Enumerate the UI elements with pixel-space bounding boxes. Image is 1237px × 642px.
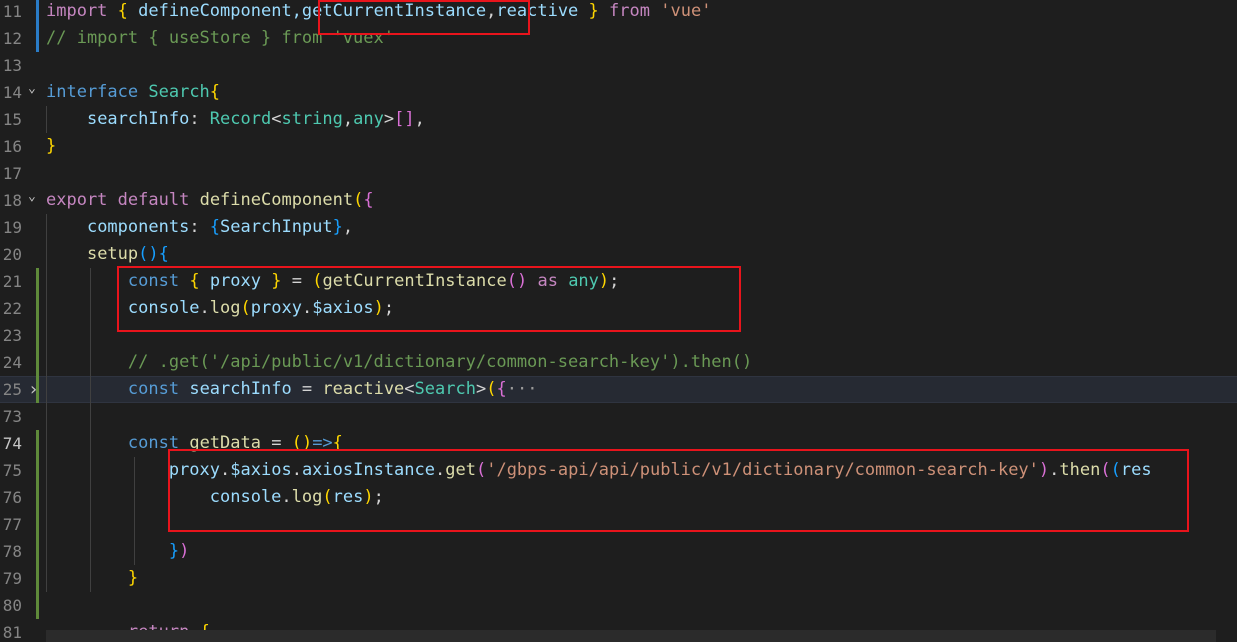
horizontal-scrollbar[interactable] [46,630,1216,642]
line-number: 79 [2,569,22,588]
code-line[interactable]: 18 ⌄ export default defineComponent({ [0,187,1237,214]
code-line[interactable]: 12// import { useStore } from 'vuex' [0,25,1237,52]
line-number: 13 [2,56,22,75]
change-indicator [36,430,39,619]
line-number: 19 [2,218,22,237]
highlight-annotation-box [117,266,741,332]
highlight-annotation-box [318,0,530,35]
fold-expanded-icon[interactable]: ⌄ [28,75,36,102]
change-indicator [36,268,39,403]
highlight-annotation-box [168,449,1189,532]
line-number: 75 [2,461,22,480]
code-line[interactable]: 25 › const searchInfo = reactive<Search>(… [0,376,1237,403]
indent-guide [46,106,47,133]
line-number: 25 [2,380,22,399]
indent-guide [134,457,135,565]
code-line[interactable]: 78 }) [0,538,1237,565]
code-text: } [46,136,57,156]
indent-guide [90,268,91,592]
line-number: 17 [2,164,22,183]
line-number: 73 [2,407,22,426]
code-text: components: {SearchInput}, [86,217,354,237]
code-line[interactable]: 15 searchInfo: Record<string,any>[], [0,106,1237,133]
code-line[interactable]: 19 components: {SearchInput}, [0,214,1237,241]
code-text: // .get('/api/public/v1/dictionary/commo… [127,352,753,372]
line-number: 15 [2,110,22,129]
fold-expanded-icon[interactable]: ⌄ [28,183,36,210]
code-line[interactable]: 80 [0,592,1237,619]
code-line[interactable]: 79 } [0,565,1237,592]
line-number: 81 [2,623,22,642]
line-number: 22 [2,299,22,318]
code-line[interactable]: 24 // .get('/api/public/v1/dictionary/co… [0,349,1237,376]
line-number: 23 [2,326,22,345]
code-line[interactable]: 17 [0,160,1237,187]
code-editor[interactable]: 11 import { defineComponent,getCurrentIns… [0,0,1237,642]
line-number: 11 [2,2,22,21]
code-text: setup(){ [86,244,169,264]
code-line[interactable]: 73 [0,403,1237,430]
line-number: 12 [2,29,22,48]
code-text: interface Search{ [46,82,221,102]
line-number: 18 [2,191,22,210]
code-text: } [127,568,139,588]
code-text: const searchInfo = reactive<Search>({··· [127,379,538,399]
line-number: 76 [2,488,22,507]
line-number: 77 [2,515,22,534]
line-number: 21 [2,272,22,291]
code-line[interactable]: 13 [0,52,1237,79]
code-line[interactable]: 11 import { defineComponent,getCurrentIns… [0,0,1237,25]
line-number: 80 [2,596,22,615]
code-text: searchInfo: Record<string,any>[], [86,109,425,129]
line-number: 16 [2,137,22,156]
line-number: 20 [2,245,22,264]
line-number: 24 [2,353,22,372]
change-indicator [36,0,39,52]
code-text: }) [168,541,190,561]
code-line[interactable]: 20 setup(){ [0,241,1237,268]
line-number: 78 [2,542,22,561]
line-number: 74 [2,434,22,453]
indent-guide [46,214,47,592]
line-number: 14 [2,83,22,102]
code-text: export default defineComponent({ [46,190,374,210]
code-line[interactable]: 14 ⌄ interface Search{ [0,79,1237,106]
code-line[interactable]: 16} [0,133,1237,160]
